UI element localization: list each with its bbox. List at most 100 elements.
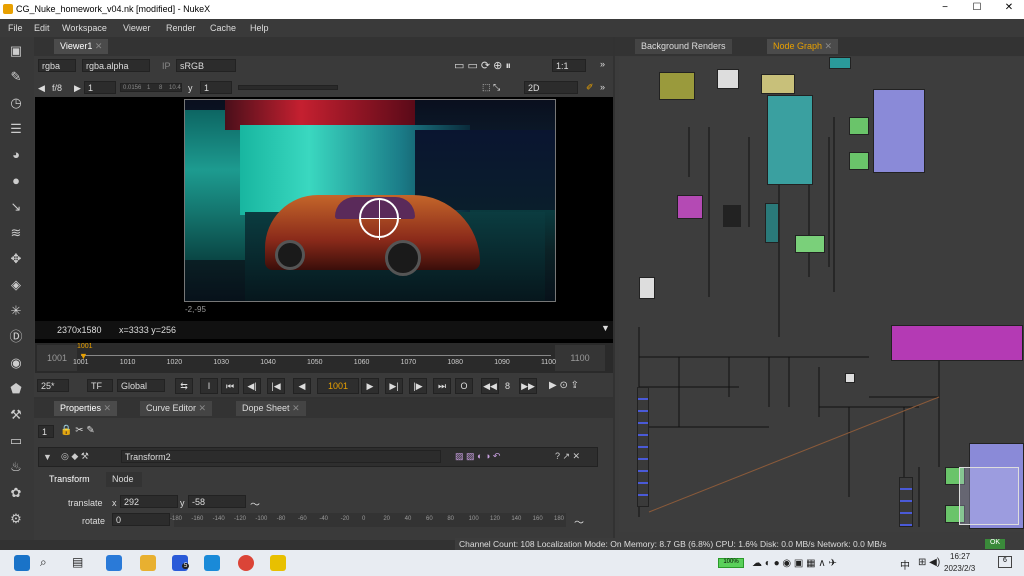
tab-viewer1[interactable]: Viewer1 ✕ xyxy=(54,39,109,54)
backdrop-node[interactable] xyxy=(891,325,1023,361)
channel-tool-icon[interactable]: ☰ xyxy=(8,121,24,137)
graph-navigator[interactable] xyxy=(959,467,1019,525)
task-view-icon[interactable]: ▤ xyxy=(72,555,88,571)
out-button[interactable]: O xyxy=(455,378,473,394)
menu-help[interactable]: Help xyxy=(250,23,269,33)
collapse-icon[interactable]: ▼ xyxy=(43,452,52,462)
node-name-field[interactable]: Transform2 xyxy=(121,450,441,463)
prev-fstop-icon[interactable]: ◀ xyxy=(38,83,45,94)
curve-icon[interactable]: 〜 xyxy=(574,514,584,529)
metadata-tool-icon[interactable]: ⬟ xyxy=(8,381,24,397)
playback-tools-icon[interactable]: ▶ ⊙ ⇪ xyxy=(549,380,579,391)
nukex-tool-icon[interactable]: ✿ xyxy=(8,485,24,501)
close-button[interactable]: ✕ xyxy=(994,2,1024,17)
backdrop-node[interactable] xyxy=(873,89,925,173)
backdrop-node[interactable] xyxy=(761,74,795,94)
furnace-tool-icon[interactable]: ♨ xyxy=(8,459,24,475)
tab-dope-sheet[interactable]: Dope Sheet ✕ xyxy=(236,401,306,416)
alpha-select[interactable]: rgba.alpha xyxy=(82,59,150,72)
keyer-tool-icon[interactable]: ↘ xyxy=(8,199,24,215)
view-mode-select[interactable]: 2D xyxy=(524,81,578,94)
node[interactable] xyxy=(765,203,779,243)
loop-icon[interactable]: ⇆ xyxy=(175,378,193,394)
read-node[interactable] xyxy=(717,69,739,89)
subtab-node[interactable]: Node xyxy=(106,472,142,487)
particles-tool-icon[interactable]: ✳ xyxy=(8,303,24,319)
file-explorer-icon[interactable] xyxy=(140,555,156,571)
grade-node[interactable] xyxy=(849,117,869,135)
3d-tool-icon[interactable]: ◈ xyxy=(8,277,24,293)
next-key-icon[interactable]: |▶ xyxy=(409,378,427,394)
read-node[interactable] xyxy=(639,277,655,299)
in-point[interactable]: 1001 xyxy=(37,345,77,371)
next-fstop-icon[interactable]: ▶ xyxy=(74,83,81,94)
close-tab-icon[interactable]: ✕ xyxy=(199,403,207,413)
rotate-field[interactable]: 0 xyxy=(112,513,170,526)
battery-indicator[interactable]: 100% xyxy=(718,558,744,568)
next-frame-icon[interactable]: ▶| xyxy=(385,378,403,394)
gain-field[interactable]: 1 xyxy=(84,81,116,94)
backdrop-node[interactable] xyxy=(767,95,813,185)
translate-x-field[interactable]: 292 xyxy=(120,495,178,508)
fps-select[interactable]: 25* xyxy=(37,379,69,392)
rotate-slider[interactable]: -180 -160 -140 -120 -100 -80 -60 -40 -20 0 20 40 60 8… xyxy=(170,513,566,527)
transform-tool-icon[interactable]: ✥ xyxy=(8,251,24,267)
menu-workspace[interactable]: Workspace xyxy=(62,23,107,33)
skip-forward-icon[interactable]: ▶▶ xyxy=(519,378,537,394)
close-tab-icon[interactable]: ✕ xyxy=(104,403,112,413)
other-tool-icon[interactable]: ▭ xyxy=(8,433,24,449)
menu-viewer[interactable]: Viewer xyxy=(123,23,150,33)
last-frame-icon[interactable]: ⏭ xyxy=(433,378,451,394)
menu-render[interactable]: Render xyxy=(166,23,196,33)
grade-node[interactable] xyxy=(849,152,869,170)
subtab-transform[interactable]: Transform xyxy=(44,472,100,487)
draw-tool-icon[interactable]: ✎ xyxy=(8,69,24,85)
close-tab-icon[interactable]: ✕ xyxy=(292,403,300,413)
node-graph-canvas[interactable] xyxy=(619,57,1024,532)
maximize-button[interactable]: ☐ xyxy=(962,2,992,17)
out-point[interactable]: 1100 xyxy=(555,345,605,371)
in-icon[interactable]: I xyxy=(200,378,218,394)
settings-tool-icon[interactable]: ⚙ xyxy=(8,511,24,527)
node-stack[interactable] xyxy=(899,477,913,527)
zoom-select[interactable]: 1:1 xyxy=(552,59,586,72)
nuke-taskbar-icon[interactable] xyxy=(270,555,286,571)
viewer-toolbar-icons[interactable]: ▭ ▭ ⟳ ⊕ ⏸ xyxy=(454,59,511,73)
range-select[interactable]: Global xyxy=(117,379,165,392)
node-color-icons[interactable]: ▨ ▨ ◐ ◑ ↶ xyxy=(455,451,500,462)
first-frame-icon[interactable]: ⏮ xyxy=(221,378,239,394)
playhead-icon[interactable]: ▼ xyxy=(79,351,88,361)
tf-select[interactable]: TF xyxy=(87,379,113,392)
windows-start-icon[interactable] xyxy=(14,555,30,571)
store-icon[interactable] xyxy=(106,555,122,571)
clock-time[interactable]: 16:27 xyxy=(950,552,970,561)
channels-select[interactable]: rgba xyxy=(38,59,76,72)
color-picker-icon[interactable]: ✐ xyxy=(586,82,594,93)
node[interactable] xyxy=(829,57,851,69)
merge-tool-icon[interactable]: ≋ xyxy=(8,225,24,241)
help-icon[interactable]: ? ↗ ✕ xyxy=(555,451,580,462)
notification-icon[interactable]: 6 xyxy=(998,556,1012,568)
max-panels-field[interactable]: 1 xyxy=(38,425,54,438)
menu-file[interactable]: File xyxy=(8,23,23,33)
deep-tool-icon[interactable]: Ⓓ xyxy=(8,329,24,345)
minimize-button[interactable]: − xyxy=(930,2,960,17)
image-tool-icon[interactable]: ▣ xyxy=(8,43,24,59)
close-tab-icon[interactable]: ✕ xyxy=(825,41,833,51)
tray-icons[interactable]: ☁ ◐ ● ◉ ▣ ▦ ∧ ✈ xyxy=(752,558,837,569)
close-tab-icon[interactable]: ✕ xyxy=(95,41,103,51)
tray-system-icons[interactable]: ⊞ ◀) xyxy=(918,557,940,568)
viewer-canvas[interactable]: -2,-95 xyxy=(35,97,613,355)
backdrop-node[interactable] xyxy=(659,72,695,100)
chrome-icon[interactable] xyxy=(238,555,254,571)
expand-icon[interactable]: » xyxy=(600,59,605,69)
clock-date[interactable]: 2023/2/3 xyxy=(944,564,975,573)
curve-icon[interactable]: 〜 xyxy=(250,496,260,511)
prev-key-icon[interactable]: ◀| xyxy=(243,378,261,394)
skip-back-icon[interactable]: ◀◀ xyxy=(481,378,499,394)
expand2-icon[interactable]: » xyxy=(600,82,605,92)
prev-frame-icon[interactable]: |◀ xyxy=(267,378,285,394)
gain-slider[interactable]: 0.0156 1 8 10.4 xyxy=(120,83,182,92)
roi-icon[interactable]: ⬚ ⤡ xyxy=(482,82,500,93)
node[interactable] xyxy=(723,205,741,227)
